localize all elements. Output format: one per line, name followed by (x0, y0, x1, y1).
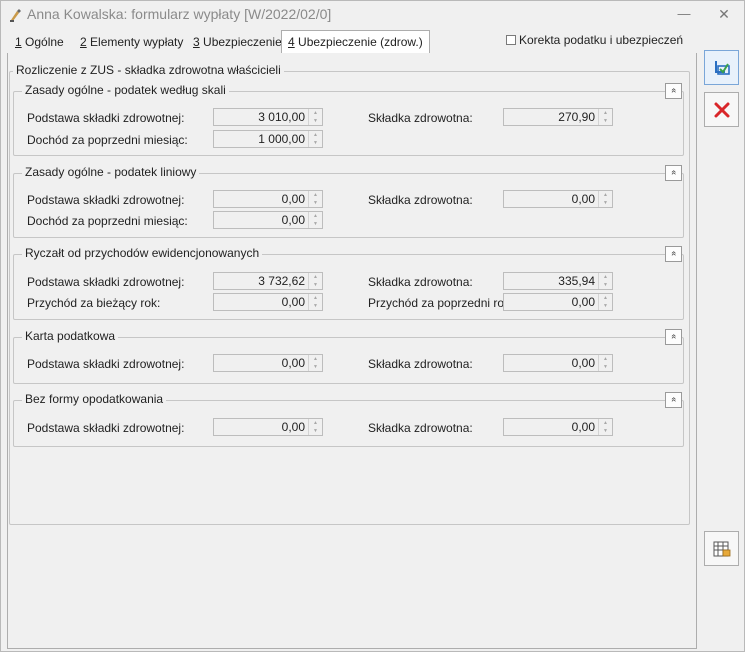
skala-skladka-field[interactable]: 270,90 ▲ ▼ (503, 108, 613, 126)
spin-buttons[interactable]: ▲ ▼ (598, 294, 612, 310)
ryczalt-podstawa-label: Podstawa składki zdrowotnej: (27, 275, 185, 289)
karta-skladka-label: Składka zdrowotna: (368, 357, 473, 371)
tab-ubezpieczenie[interactable]: 3 Ubezpieczenie (187, 32, 288, 52)
spin-buttons[interactable]: ▲ ▼ (308, 294, 322, 310)
skala-skladka-value: 270,90 (558, 110, 595, 124)
liniowy-skladka-field[interactable]: 0,00 ▲ ▼ (503, 190, 613, 208)
section-karta-title: Karta podatkowa (22, 329, 119, 343)
chevron-up-icon: » (667, 87, 678, 94)
liniowy-podstawa-field[interactable]: 0,00 ▲ ▼ (213, 190, 323, 208)
ryczalt-przychod-poprzedni-label: Przychód za poprzedni rok: (368, 296, 514, 310)
save-button[interactable] (704, 50, 739, 85)
section-bez-formy-title: Bez formy opodatkowania (22, 392, 167, 406)
bez-formy-podstawa-label: Podstawa składki zdrowotnej: (27, 421, 185, 435)
ryczalt-przychod-biezacy-label: Przychód za bieżący rok: (27, 296, 161, 310)
cancel-button[interactable] (704, 92, 739, 127)
spreadsheet-button[interactable] (704, 531, 739, 566)
spin-buttons[interactable]: ▲ ▼ (598, 273, 612, 289)
liniowy-dochod-value: 0,00 (281, 213, 305, 227)
skala-skladka-label: Składka zdrowotna: (368, 111, 473, 125)
ryczalt-podstawa-value: 3 732,62 (258, 274, 305, 288)
bez-formy-skladka-field[interactable]: 0,00 ▲ ▼ (503, 418, 613, 436)
spin-buttons[interactable]: ▲ ▼ (598, 109, 612, 125)
skala-podstawa-field[interactable]: 3 010,00 ▲ ▼ (213, 108, 323, 126)
ryczalt-podstawa-field[interactable]: 3 732,62 ▲ ▼ (213, 272, 323, 290)
karta-podstawa-label: Podstawa składki zdrowotnej: (27, 357, 185, 371)
section-skala-title: Zasady ogólne - podatek według skali (22, 83, 229, 97)
ryczalt-przychod-biezacy-value: 0,00 (281, 295, 305, 309)
karta-podstawa-field[interactable]: 0,00 ▲ ▼ (213, 354, 323, 372)
karta-podstawa-value: 0,00 (281, 356, 305, 370)
section-ryczalt-collapse-button[interactable]: » (665, 246, 682, 262)
korekta-checkbox-box[interactable] (506, 35, 516, 45)
chevron-up-icon: » (667, 396, 678, 403)
liniowy-podstawa-label: Podstawa składki zdrowotnej: (27, 193, 185, 207)
spin-buttons[interactable]: ▲ ▼ (598, 419, 612, 435)
zus-group-title: Rozliczenie z ZUS - składka zdrowotna wł… (13, 63, 284, 77)
spin-buttons[interactable]: ▲ ▼ (308, 273, 322, 289)
section-ryczalt-title: Ryczałt od przychodów ewidencjonowanych (22, 246, 263, 260)
spin-buttons[interactable]: ▲ ▼ (598, 355, 612, 371)
karta-skladka-value: 0,00 (571, 356, 595, 370)
liniowy-dochod-field[interactable]: 0,00 ▲ ▼ (213, 211, 323, 229)
skala-podstawa-label: Podstawa składki zdrowotnej: (27, 111, 185, 125)
bez-formy-podstawa-field[interactable]: 0,00 ▲ ▼ (213, 418, 323, 436)
spreadsheet-icon (713, 541, 730, 556)
bez-formy-skladka-label: Składka zdrowotna: (368, 421, 473, 435)
skala-dochod-value: 1 000,00 (258, 132, 305, 146)
window-title: Anna Kowalska: formularz wypłaty [W/2022… (27, 6, 332, 22)
chevron-up-icon: » (667, 250, 678, 257)
spin-buttons[interactable]: ▲ ▼ (308, 191, 322, 207)
app-icon (10, 9, 21, 22)
spin-buttons[interactable]: ▲ ▼ (598, 191, 612, 207)
liniowy-skladka-value: 0,00 (571, 192, 595, 206)
ryczalt-przychod-poprzedni-field[interactable]: 0,00 ▲ ▼ (503, 293, 613, 311)
ryczalt-skladka-value: 335,94 (558, 274, 595, 288)
cancel-icon (714, 102, 729, 117)
tab-elementy-wyplaty[interactable]: 2 Elementy wypłaty (74, 32, 189, 52)
spin-buttons[interactable]: ▲ ▼ (308, 419, 322, 435)
section-karta-collapse-button[interactable]: » (665, 329, 682, 345)
section-bez-formy-collapse-button[interactable]: » (665, 392, 682, 408)
liniowy-podstawa-value: 0,00 (281, 192, 305, 206)
korekta-checkbox[interactable]: Korekta podatku i ubezpieczeń (506, 33, 683, 47)
skala-dochod-label: Dochód za poprzedni miesiąc: (27, 133, 188, 147)
korekta-label: Korekta podatku i ubezpieczeń (519, 33, 684, 47)
tab-ogolne[interactable]: 1 Ogólne (9, 32, 70, 52)
ryczalt-przychod-biezacy-field[interactable]: 0,00 ▲ ▼ (213, 293, 323, 311)
minimize-button[interactable]: — (673, 5, 695, 23)
spin-buttons[interactable]: ▲ ▼ (308, 355, 322, 371)
bez-formy-skladka-value: 0,00 (571, 420, 595, 434)
spin-buttons[interactable]: ▲ ▼ (308, 212, 322, 228)
section-liniowy-title: Zasady ogólne - podatek liniowy (22, 165, 200, 179)
chevron-up-icon: » (667, 333, 678, 340)
save-icon (714, 60, 730, 75)
bez-formy-podstawa-value: 0,00 (281, 420, 305, 434)
section-skala-collapse-button[interactable]: » (665, 83, 682, 99)
payroll-form-window: Anna Kowalska: formularz wypłaty [W/2022… (0, 0, 745, 652)
ryczalt-skladka-label: Składka zdrowotna: (368, 275, 473, 289)
title-bar: Anna Kowalska: formularz wypłaty [W/2022… (1, 1, 744, 29)
liniowy-dochod-label: Dochód za poprzedni miesiąc: (27, 214, 188, 228)
spin-buttons[interactable]: ▲ ▼ (308, 131, 322, 147)
chevron-up-icon: » (667, 169, 678, 176)
karta-skladka-field[interactable]: 0,00 ▲ ▼ (503, 354, 613, 372)
skala-dochod-field[interactable]: 1 000,00 ▲ ▼ (213, 130, 323, 148)
tab-ubezpieczenie-zdrow[interactable]: 4 Ubezpieczenie (zdrow.) (281, 30, 430, 54)
spin-buttons[interactable]: ▲ ▼ (308, 109, 322, 125)
close-button[interactable]: ✕ (713, 5, 735, 23)
ryczalt-przychod-poprzedni-value: 0,00 (571, 295, 595, 309)
liniowy-skladka-label: Składka zdrowotna: (368, 193, 473, 207)
section-liniowy-collapse-button[interactable]: » (665, 165, 682, 181)
skala-podstawa-value: 3 010,00 (258, 110, 305, 124)
ryczalt-skladka-field[interactable]: 335,94 ▲ ▼ (503, 272, 613, 290)
